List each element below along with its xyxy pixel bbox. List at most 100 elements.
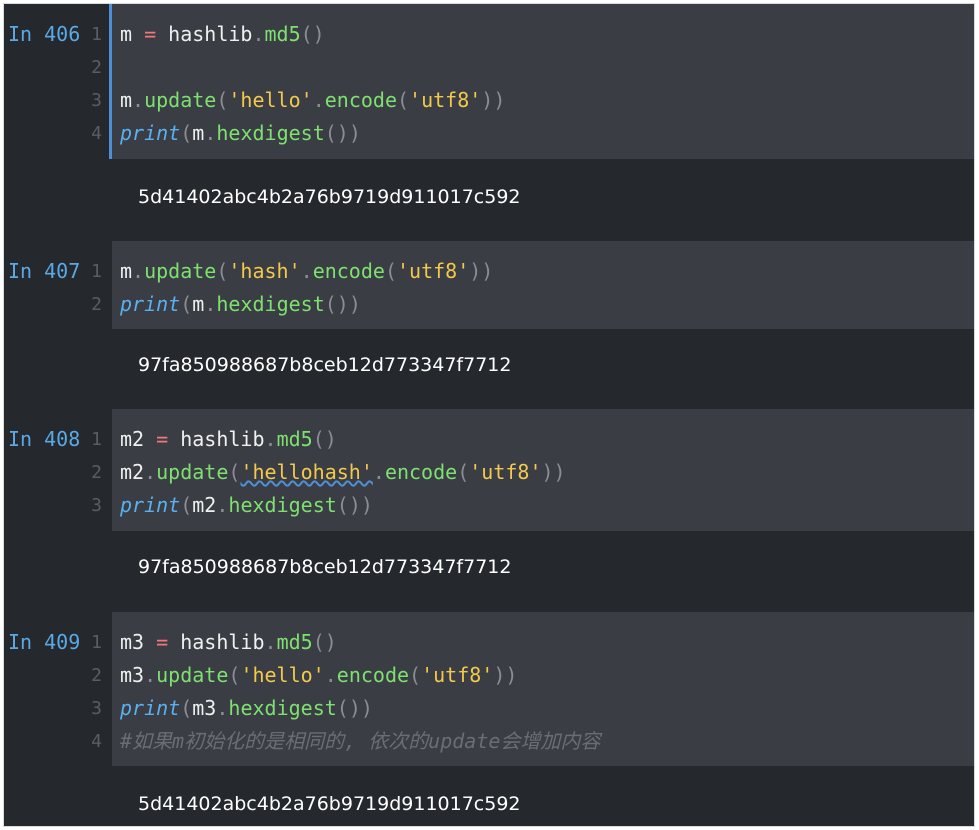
code-token: ())	[336, 493, 373, 517]
code-token: 'hello'	[228, 88, 313, 112]
cell-407[interactable]: In 407 97fa850988687b8ceb12d773347f7712 …	[4, 241, 974, 409]
cell-output: 5d41402abc4b2a76b9719d911017c592	[138, 186, 521, 208]
code-token: m	[120, 88, 133, 112]
code-token: (	[384, 259, 397, 283]
code-line[interactable]: m2.update('hellohash'.encode('utf8'))	[120, 456, 566, 489]
code-token: ))	[493, 663, 518, 687]
code-token: hexdigest	[216, 121, 325, 145]
line-number: 1	[91, 632, 102, 653]
code-line[interactable]: print(m2.hexdigest())	[120, 489, 373, 522]
cell-408[interactable]: In 408 97fa850988687b8ceb12d773347f7712 …	[4, 409, 974, 612]
code-token: .	[372, 460, 385, 484]
code-token: m	[192, 121, 205, 145]
code-token: m2	[120, 427, 145, 451]
code-token: 'utf8'	[409, 88, 482, 112]
cell-prompt: In 408	[8, 427, 81, 451]
code-token: ))	[469, 259, 494, 283]
code-token: .	[144, 663, 157, 687]
line-number: 4	[91, 123, 102, 144]
code-token: m2	[120, 460, 145, 484]
code-token: md5	[276, 630, 313, 654]
line-number: 2	[91, 665, 102, 686]
code-token: m	[192, 292, 205, 316]
code-token: ())	[324, 121, 361, 145]
code-token: (	[228, 460, 241, 484]
code-token: (	[228, 663, 241, 687]
cell-409[interactable]: In 409 5d41402abc4b2a76b9719d911017c592 …	[4, 612, 974, 826]
code-token: ())	[336, 696, 373, 720]
code-token: (	[216, 259, 229, 283]
line-number: 3	[91, 90, 102, 111]
code-line[interactable]: print(m.hexdigest())	[120, 288, 361, 321]
code-comment: #如果m初始化的是相同的, 依次的update会增加内容	[120, 729, 601, 753]
cell-output: 97fa850988687b8ceb12d773347f7712	[138, 354, 512, 376]
code-token: 'hellohash'	[240, 460, 373, 484]
code-token: (	[457, 460, 470, 484]
code-token: print	[120, 121, 181, 145]
code-token: encode	[312, 259, 385, 283]
code-token: (	[180, 696, 193, 720]
code-token: ())	[324, 292, 361, 316]
line-number: 2	[91, 294, 102, 315]
code-line[interactable]: m = hashlib.md5()	[120, 18, 325, 51]
cell-prompt: In 409	[8, 630, 81, 654]
code-token: update	[144, 88, 217, 112]
code-token: .	[132, 88, 145, 112]
code-token: encode	[336, 663, 410, 687]
code-token: ))	[481, 88, 506, 112]
cell-prompt: In 406	[8, 22, 81, 46]
line-number: 3	[91, 698, 102, 719]
code-token: hexdigest	[228, 493, 337, 517]
code-token: m3	[120, 663, 145, 687]
code-token: ()	[312, 427, 337, 451]
code-token: update	[144, 259, 217, 283]
cell-output: 97fa850988687b8ceb12d773347f7712	[138, 556, 512, 578]
code-line[interactable]: m2 = hashlib.md5()	[120, 423, 337, 456]
line-number: 3	[91, 495, 102, 516]
code-line[interactable]: print(m.hexdigest())	[120, 117, 361, 150]
code-token: 'hash'	[228, 259, 301, 283]
code-token: md5	[276, 427, 313, 451]
code-line[interactable]: m3 = hashlib.md5()	[120, 626, 337, 659]
line-number: 4	[91, 731, 102, 752]
code-token: update	[156, 460, 229, 484]
code-token: encode	[324, 88, 397, 112]
code-token: (	[216, 88, 229, 112]
code-token: =	[132, 22, 169, 46]
code-token: .	[264, 630, 277, 654]
code-token: .	[144, 460, 157, 484]
code-token: (	[409, 663, 422, 687]
code-token: =	[144, 427, 181, 451]
code-token: hashlib	[168, 22, 253, 46]
cell-406[interactable]: In 406 5d41402abc4b2a76b9719d911017c592 …	[4, 4, 974, 241]
code-line[interactable]: m.update('hash'.encode('utf8'))	[120, 255, 493, 288]
code-token: m3	[192, 696, 217, 720]
code-token: hashlib	[180, 427, 265, 451]
code-token: .	[216, 696, 229, 720]
code-token: hexdigest	[228, 696, 337, 720]
code-line[interactable]: m.update('hello'.encode('utf8'))	[120, 84, 505, 117]
code-token: .	[204, 292, 217, 316]
code-token: ()	[312, 630, 337, 654]
cell-output: 5d41402abc4b2a76b9719d911017c592	[138, 793, 521, 815]
code-token: 'utf8'	[469, 460, 542, 484]
code-token: 'utf8'	[396, 259, 470, 283]
line-number: 1	[91, 24, 102, 45]
code-line[interactable]: m3.update('hello'.encode('utf8'))	[120, 659, 517, 692]
code-token: hashlib	[180, 630, 265, 654]
code-line[interactable]: #如果m初始化的是相同的, 依次的update会增加内容	[120, 725, 600, 758]
code-token: =	[144, 630, 181, 654]
line-number: 2	[91, 57, 102, 78]
code-token: (	[180, 493, 193, 517]
code-token: .	[324, 663, 337, 687]
code-token: print	[120, 292, 181, 316]
code-token: .	[264, 427, 277, 451]
code-token: (	[180, 121, 193, 145]
code-token: m3	[120, 630, 145, 654]
code-token: md5	[264, 22, 301, 46]
code-token: update	[156, 663, 229, 687]
cell-prompt: In 407	[8, 259, 81, 283]
code-token: .	[216, 493, 229, 517]
code-line[interactable]: print(m3.hexdigest())	[120, 692, 373, 725]
code-token: .	[300, 259, 313, 283]
